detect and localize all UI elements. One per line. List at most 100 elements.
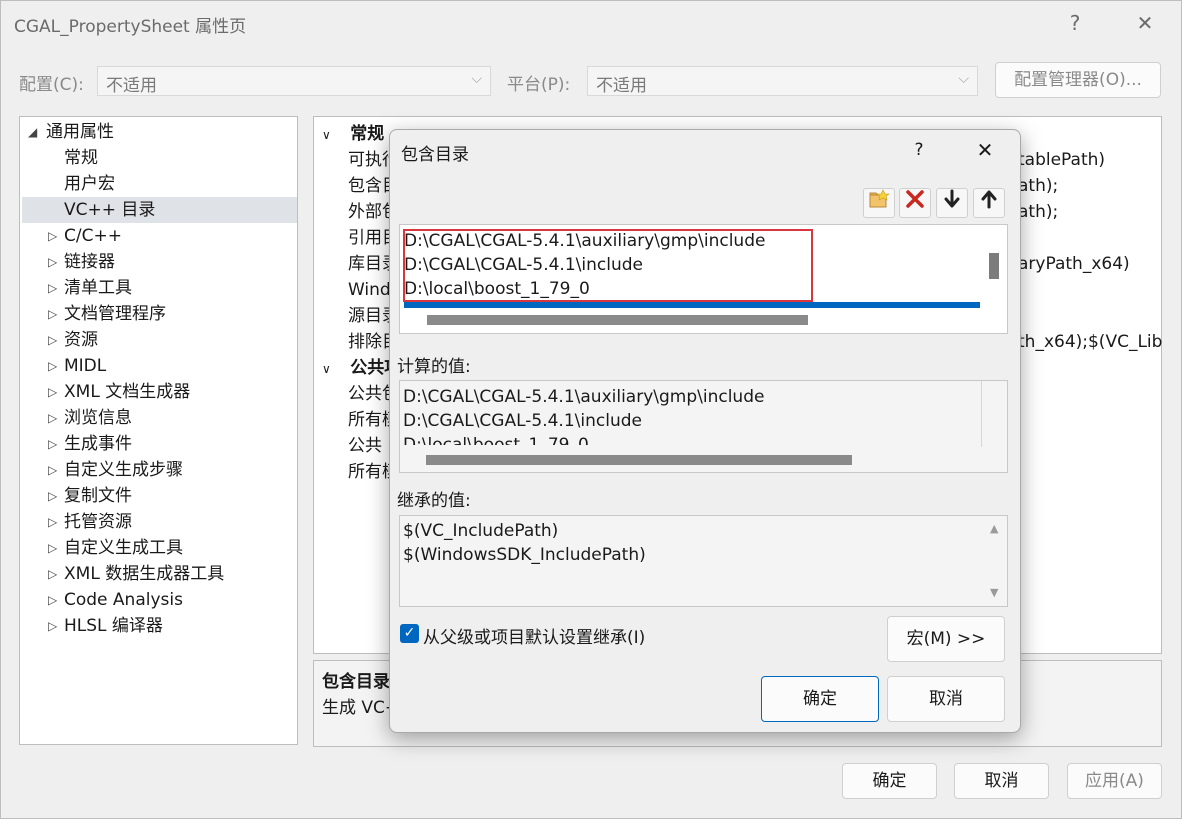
tree-item-label: VC++ 目录 [64,200,156,220]
collapsed-triangle-icon: ▷ [48,385,58,399]
tree-item-label: HLSL 编译器 [64,616,163,636]
config-value: 不适用 [106,76,157,96]
tree-item-label: 链接器 [64,252,115,272]
inherit-checkbox-label[interactable]: 从父级或项目默认设置继承(I) [423,623,645,648]
new-folder-icon [869,189,890,208]
include-entries-list[interactable]: D:\CGAL\CGAL-5.4.1\auxiliary\gmp\include… [399,224,1008,334]
collapsed-triangle-icon: ▷ [48,411,58,425]
selected-empty-row[interactable] [404,302,980,308]
dialog-ok-button[interactable]: 确定 [761,676,879,722]
dialog-close-button[interactable]: ✕ [974,138,996,162]
property-value: ath); [1018,176,1059,196]
collapsed-triangle-icon: ▷ [48,567,58,581]
entry-0[interactable]: D:\CGAL\CGAL-5.4.1\auxiliary\gmp\include [404,229,765,253]
tree-item-label: 自定义生成工具 [64,538,183,558]
tree-item-label: 生成事件 [64,434,132,454]
computed-values-box: D:\CGAL\CGAL-5.4.1\auxiliary\gmp\include… [399,380,1008,473]
collapse-chevron-icon: ∨ [322,128,331,142]
collapse-chevron-icon: ∨ [322,362,331,376]
tree-item-label: XML 文档生成器 [64,382,191,402]
collapsed-triangle-icon: ▷ [48,593,58,607]
dialog-title: 包含目录 [401,145,469,165]
tree-item-general[interactable]: 常规 [64,145,98,171]
platform-combo[interactable]: 不适用 ⌵ [587,66,978,96]
collapsed-triangle-icon: ▷ [48,281,58,295]
config-manager-button[interactable]: 配置管理器(O)... [995,62,1161,98]
computed-label: 计算的值: [397,357,471,377]
section-label: 常规 [350,124,385,144]
tree-root-label: 通用属性 [46,122,114,142]
computed-0: D:\CGAL\CGAL-5.4.1\auxiliary\gmp\include [403,387,765,407]
collapsed-triangle-icon: ▷ [48,229,58,243]
vertical-scrollbar[interactable] [989,253,999,279]
collapsed-triangle-icon: ▷ [48,307,58,321]
config-label: 配置(C): [19,75,84,95]
entry-2[interactable]: D:\local\boost_1_79_0 [404,277,590,301]
chevron-down-icon: ⌵ [958,71,969,87]
grid-section-general[interactable]: ∨ 常规 [322,121,384,147]
tree-item-user-macros[interactable]: 用户宏 [64,171,115,197]
tree-item-label: 资源 [64,330,98,350]
tree-item-label: 清单工具 [64,278,132,298]
expanded-triangle-icon: ◢ [28,125,38,139]
config-combo[interactable]: 不适用 ⌵ [97,66,491,96]
collapsed-triangle-icon: ▷ [48,437,58,451]
move-down-button[interactable] [936,188,968,218]
tree-item-label: Code Analysis [64,590,183,610]
scroll-up-icon[interactable]: ▲ [990,522,998,535]
platform-value: 不适用 [596,76,647,96]
description-title: 包含目录 [322,672,390,692]
property-value: th_x64);$(VC_Lib [1018,332,1163,352]
tree-item-label: XML 数据生成器工具 [64,564,225,584]
collapsed-triangle-icon: ▷ [48,255,58,269]
move-down-icon [944,189,960,208]
include-directories-dialog: 包含目录 ? ✕ D:\CGAL\CGAL-5.4.1\auxiliary\gm… [389,129,1021,733]
tree-item-vc-directories[interactable]: VC++ 目录 [22,197,297,223]
move-up-button[interactable] [973,188,1005,218]
collapsed-triangle-icon: ▷ [48,463,58,477]
inherited-1: $(WindowsSDK_IncludePath) [403,545,646,565]
inherited-label: 继承的值: [397,491,471,511]
tree-item-label: 浏览信息 [64,408,132,428]
collapsed-triangle-icon: ▷ [48,489,58,503]
cancel-button[interactable]: 取消 [954,763,1049,799]
divider [981,381,982,447]
dialog-cancel-button[interactable]: 取消 [887,676,1005,722]
collapsed-triangle-icon: ▷ [48,541,58,555]
entry-1[interactable]: D:\CGAL\CGAL-5.4.1\include [404,253,643,277]
horizontal-scrollbar[interactable] [427,315,808,325]
property-value: ath); [1018,202,1059,222]
collapsed-triangle-icon: ▷ [48,333,58,347]
dialog-help-button[interactable]: ? [909,140,929,160]
inherited-0: $(VC_IncludePath) [403,521,559,541]
inherit-checkbox[interactable]: ✓ [400,624,419,643]
inherited-values-box: $(VC_IncludePath) $(WindowsSDK_IncludePa… [399,515,1008,607]
macros-button[interactable]: 宏(M) >> [887,616,1005,662]
property-value: tablePath) [1018,150,1106,170]
grid-property-row[interactable]: 公共 [348,433,382,459]
apply-button[interactable]: 应用(A) [1067,763,1162,799]
computed-1: D:\CGAL\CGAL-5.4.1\include [403,411,642,431]
collapsed-triangle-icon: ▷ [48,515,58,529]
ok-button[interactable]: 确定 [842,763,937,799]
property-value: aryPath_x64) [1018,254,1130,274]
tree-item-label: 自定义生成步骤 [64,460,183,480]
title-bar: CGAL_PropertySheet 属性页 ? ✕ [0,0,1182,46]
tree-item-label: MIDL [64,356,107,376]
horizontal-scrollbar[interactable] [426,455,852,465]
delete-line-button[interactable] [899,188,931,218]
tree-item-label: 文档管理程序 [64,304,166,324]
scroll-down-icon[interactable]: ▼ [990,586,998,599]
tree-item-label: C/C++ [64,226,122,246]
delete-icon [906,190,924,208]
collapsed-triangle-icon: ▷ [48,359,58,373]
help-button[interactable]: ? [1061,10,1089,36]
move-up-icon [981,190,997,209]
collapsed-triangle-icon: ▷ [48,619,58,633]
computed-2: D:\local\boost_1_79_0 [403,435,589,445]
chevron-down-icon: ⌵ [471,71,482,87]
close-button[interactable]: ✕ [1131,10,1159,36]
tree-item-label: 托管资源 [64,512,132,532]
new-folder-button[interactable] [863,188,895,218]
category-tree: ◢ 通用属性 常规 用户宏 VC++ 目录 ▷ C/C++ ▷ 链接器 ▷ 清单工具 ▷ 文档… [19,116,298,745]
